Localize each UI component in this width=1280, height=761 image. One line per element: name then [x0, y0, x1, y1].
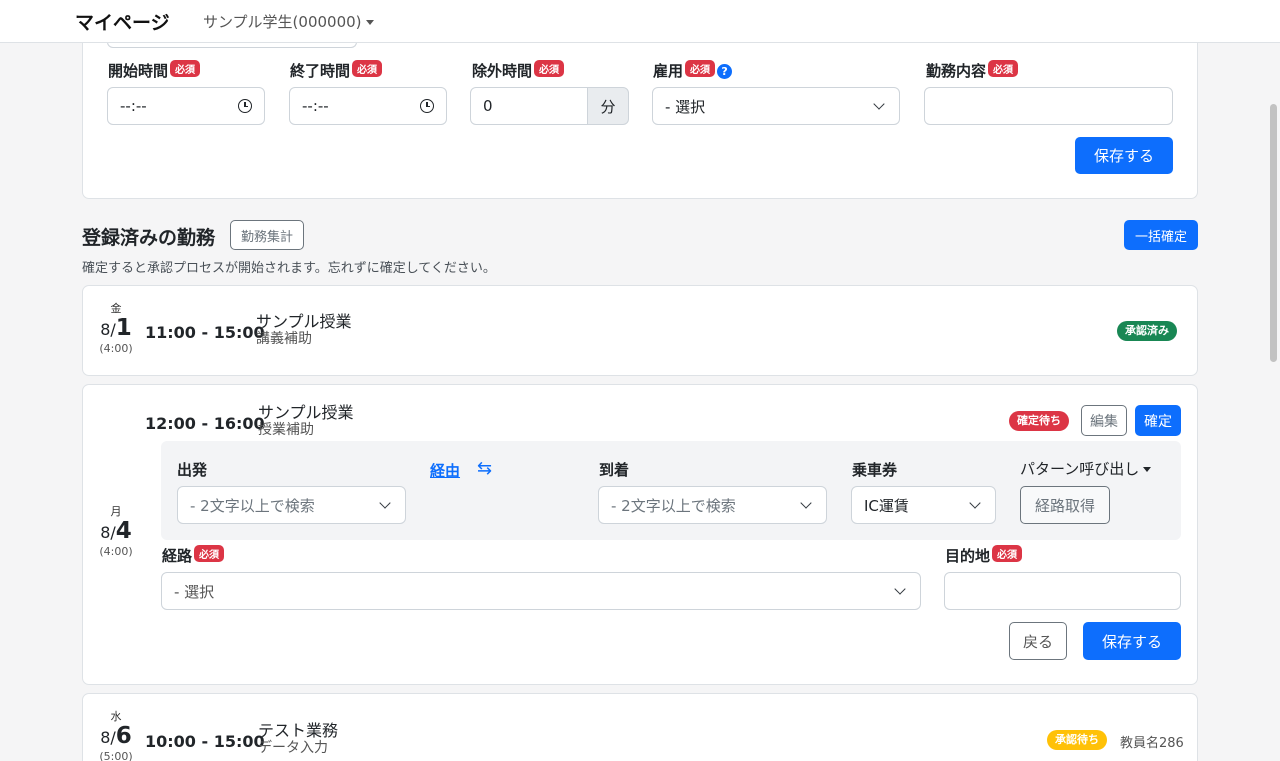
arrival-label: 到着 [599, 461, 630, 479]
clock-icon [420, 99, 434, 113]
end-time-label: 終了時間 必須 [290, 60, 383, 81]
work-entry-card: 金 8/1 (4:00) 11:00 - 15:00 サンプル授業 講義補助 承認… [82, 285, 1198, 376]
entry-time: 10:00 - 15:00 [145, 732, 265, 751]
swap-icon[interactable]: ⇆ [477, 458, 492, 479]
work-entry-card: 水 8/6 (5:00) 10:00 - 15:00 テスト業務 データ入力 承認… [82, 693, 1198, 761]
entry-task: 授業補助 [258, 422, 314, 438]
summary-button[interactable]: 勤務集計 [230, 220, 304, 250]
entry-date: 月 8/4 (4:00) [83, 505, 149, 559]
work-entry-card-expanded: 月 8/4 (4:00) 12:00 - 16:00 サンプル授業 授業補助 確定… [82, 384, 1198, 685]
top-navbar: マイページ サンプル学生(000000) [0, 0, 1280, 43]
departure-select[interactable]: - 2文字以上で検索 [177, 486, 406, 524]
end-time-input[interactable]: --:-- [289, 87, 447, 125]
caret-down-icon [1143, 467, 1152, 472]
save-button[interactable]: 保存する [1075, 137, 1173, 174]
via-link[interactable]: 経由 [430, 460, 460, 481]
get-route-button[interactable]: 経路取得 [1020, 486, 1110, 524]
day: 4 [115, 518, 132, 544]
route-label: 経路 必須 [162, 545, 225, 566]
weekday: 金 [110, 302, 122, 315]
user-menu[interactable]: サンプル学生(000000) [203, 11, 374, 32]
month: 8/ [100, 728, 116, 747]
entry-date: 水 8/6 (5:00) [83, 710, 149, 761]
clock-icon [238, 99, 252, 113]
required-badge: 必須 [685, 60, 716, 77]
entry-subject: サンプル授業 講義補助 [256, 312, 352, 348]
day: 1 [115, 315, 132, 341]
required-badge: 必須 [534, 60, 565, 77]
save-commute-button[interactable]: 保存する [1083, 622, 1181, 660]
chevron-down-icon [969, 496, 981, 509]
start-time-label: 開始時間 必須 [108, 60, 201, 81]
status-badge: 承認待ち [1047, 730, 1107, 750]
edit-button[interactable]: 編集 [1081, 405, 1127, 436]
entry-time: 11:00 - 15:00 [145, 323, 265, 342]
weekday: 月 [110, 505, 122, 518]
chevron-down-icon [800, 496, 812, 509]
work-content-input[interactable] [924, 87, 1173, 125]
pattern-dropdown[interactable]: パターン呼び出し [1020, 458, 1152, 479]
status-badge: 承認済み [1117, 321, 1177, 341]
required-badge: 必須 [988, 60, 1019, 77]
chevron-down-icon [873, 97, 885, 110]
ticket-select[interactable]: IC運賃 [851, 486, 996, 524]
destination-label: 目的地 必須 [945, 545, 1023, 566]
teacher-name: 教員名286 [1120, 736, 1184, 751]
help-icon[interactable]: ? [717, 64, 733, 79]
duration: (5:00) [99, 750, 133, 761]
required-badge: 必須 [170, 60, 201, 77]
required-badge: 必須 [194, 545, 225, 562]
required-badge: 必須 [992, 545, 1023, 562]
employment-select[interactable]: - 選択 [652, 87, 900, 125]
brand-title[interactable]: マイページ [75, 8, 170, 35]
entry-subject: テスト業務 データ入力 [258, 721, 339, 757]
chevron-down-icon [379, 496, 391, 509]
registered-description: 確定すると承認プロセスが開始されます。忘れずに確定してください。 [82, 261, 496, 276]
work-entry-form: 開始時間 必須 --:-- 終了時間 必須 --:-- 除外時間 必須 0 分 雇用必… [82, 22, 1198, 199]
destination-input[interactable] [944, 572, 1181, 610]
confirm-button[interactable]: 確定 [1135, 405, 1181, 436]
commute-panel: 出発 - 2文字以上で検索 経由 ⇆ 到着 - 2文字以上で検索 乗車券 IC運… [161, 441, 1181, 540]
start-time-input[interactable]: --:-- [107, 87, 265, 125]
page-scrollbar[interactable] [1270, 104, 1277, 362]
weekday: 水 [110, 710, 122, 723]
user-name: サンプル学生(000000) [203, 13, 362, 31]
employment-label: 雇用 必須? [653, 60, 733, 81]
duration: (4:00) [99, 342, 133, 355]
back-button[interactable]: 戻る [1009, 622, 1067, 660]
month: 8/ [100, 523, 116, 542]
work-content-label: 勤務内容 必須 [926, 60, 1019, 81]
chevron-down-icon [894, 582, 906, 595]
duration: (4:00) [99, 545, 133, 558]
day: 6 [115, 723, 132, 749]
month: 8/ [100, 320, 116, 339]
arrival-select[interactable]: - 2文字以上で検索 [598, 486, 827, 524]
excluded-time-input[interactable]: 0 [470, 87, 588, 125]
entry-task: データ入力 [258, 740, 328, 756]
registered-title: 登録済みの勤務 [82, 227, 216, 249]
bulk-confirm-button[interactable]: 一括確定 [1124, 220, 1198, 250]
departure-label: 出発 [177, 461, 208, 479]
entry-date: 金 8/1 (4:00) [83, 302, 149, 356]
required-badge: 必須 [352, 60, 383, 77]
entry-time: 12:00 - 16:00 [145, 414, 265, 433]
status-badge: 確定待ち [1009, 411, 1069, 431]
route-select[interactable]: - 選択 [161, 572, 921, 610]
entry-subject: サンプル授業 授業補助 [258, 403, 354, 439]
excluded-time-label: 除外時間 必須 [472, 60, 565, 81]
entry-task: 講義補助 [256, 331, 312, 347]
minutes-addon: 分 [587, 87, 629, 125]
ticket-label: 乗車券 [852, 461, 898, 479]
caret-down-icon [365, 20, 374, 25]
